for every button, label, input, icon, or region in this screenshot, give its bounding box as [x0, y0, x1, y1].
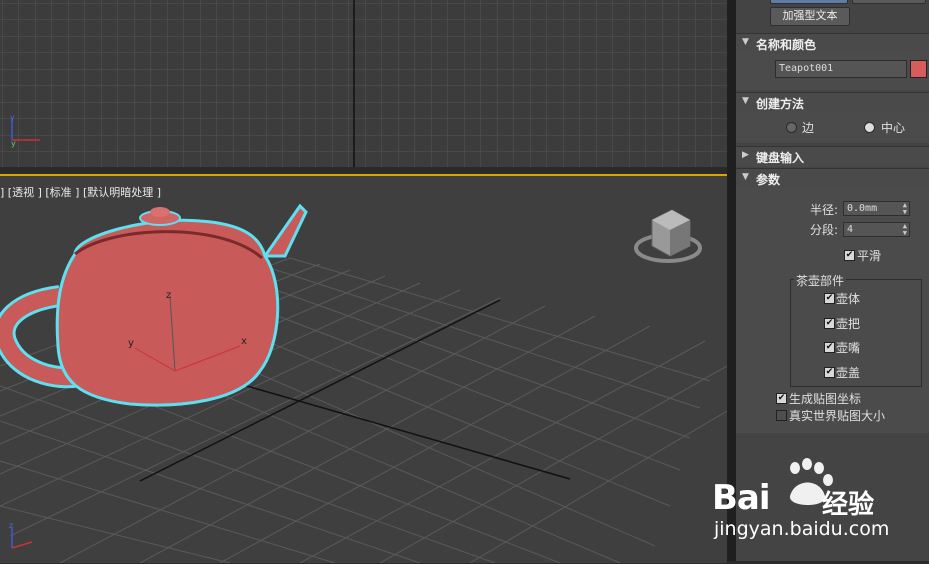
collapse-icon: ▼ — [742, 172, 749, 182]
real-world-map-label: 真实世界贴图大小 — [789, 409, 886, 423]
gen-map-coords-checkbox[interactable]: ✔ — [776, 393, 787, 404]
smooth-checkbox[interactable]: ✔ — [844, 250, 855, 261]
persp-axis-gizmo: z — [9, 521, 33, 549]
object-name-field[interactable]: Teapot001 — [775, 60, 907, 78]
rollout-name-color[interactable]: ▼ 名称和颜色 — [736, 33, 929, 54]
radio-edge-label: 边 — [802, 121, 815, 135]
segments-value: 4 — [847, 224, 854, 235]
radio-center[interactable] — [864, 122, 875, 133]
top-viewport[interactable]: y y — [0, 0, 727, 167]
radio-edge[interactable] — [786, 122, 797, 133]
svg-text:z: z — [9, 521, 13, 530]
watermark-brand2: 经验 — [822, 490, 875, 520]
spinner-icon[interactable]: ▲ ▼ — [903, 223, 907, 237]
top-viewport-grid: y y — [0, 0, 727, 167]
part-lid-label: 壶盖 — [836, 366, 861, 380]
smooth-label: 平滑 — [857, 249, 882, 263]
part-lid-checkbox[interactable]: ✔ — [824, 367, 835, 378]
viewport-label[interactable]: ] [透视 ] [标准 ] [默认明暗处理 ] — [0, 184, 161, 200]
part-handle-label: 壶把 — [836, 317, 861, 331]
radius-label: 半径: — [810, 203, 839, 217]
svg-text:y: y — [10, 113, 15, 122]
rollout-parameters[interactable]: ▼ 参数 — [736, 168, 929, 189]
extended-text-button[interactable]: 加强型文本 — [770, 7, 850, 26]
perspective-viewport[interactable]: z x y z ] [透视 ] [标准 ] [默认明暗处理 ] — [0, 174, 727, 563]
rollout-title: 键盘输入 — [756, 151, 805, 165]
rollout-creation-method[interactable]: ▼ 创建方法 — [736, 92, 929, 113]
top-cut-button[interactable] — [852, 0, 926, 4]
axis-z-label: z — [166, 290, 171, 301]
collapse-icon: ▼ — [742, 37, 749, 47]
segments-field[interactable]: 4 ▲ ▼ — [843, 222, 910, 237]
object-color-swatch[interactable] — [910, 60, 927, 78]
watermark-url: jingyan.baidu.com — [714, 518, 890, 540]
spinner-icon[interactable]: ▲ ▼ — [903, 202, 907, 216]
radius-field[interactable]: 0.0mm ▲ ▼ — [843, 201, 910, 216]
expand-icon: ▶ — [742, 150, 749, 160]
segments-label: 分段: — [810, 223, 839, 237]
rollout-keyboard-input[interactable]: ▶ 键盘输入 — [736, 146, 929, 167]
viewport-divider[interactable] — [0, 167, 727, 174]
axis-y-label: y — [128, 338, 134, 349]
part-spout-label: 壶嘴 — [836, 341, 861, 355]
perspective-scene: z x y z — [0, 203, 727, 563]
baidu-watermark: Bai 经验 jingyan.baidu.com — [710, 456, 929, 561]
viewcube[interactable] — [634, 209, 702, 263]
gen-map-coords-label: 生成贴图坐标 — [789, 392, 862, 406]
radius-value: 0.0mm — [847, 203, 878, 214]
svg-text:y: y — [11, 139, 16, 148]
part-spout-checkbox[interactable]: ✔ — [824, 342, 835, 353]
watermark-brand: Bai — [712, 478, 771, 518]
part-body-label: 壶体 — [836, 292, 861, 306]
teapot-object: z x y — [0, 203, 308, 407]
rollout-title: 参数 — [756, 173, 781, 187]
real-world-map-checkbox[interactable] — [776, 410, 787, 421]
axis-x-label: x — [241, 336, 247, 347]
teapot-parts-title: 茶壶部件 — [794, 272, 847, 289]
part-handle-checkbox[interactable]: ✔ — [824, 318, 835, 329]
top-cut-button-active[interactable] — [770, 0, 848, 4]
collapse-icon: ▼ — [742, 96, 749, 106]
rollout-title: 名称和颜色 — [756, 38, 817, 52]
radio-center-label: 中心 — [881, 121, 906, 135]
rollout-title: 创建方法 — [756, 97, 805, 111]
part-body-checkbox[interactable]: ✔ — [824, 293, 835, 304]
